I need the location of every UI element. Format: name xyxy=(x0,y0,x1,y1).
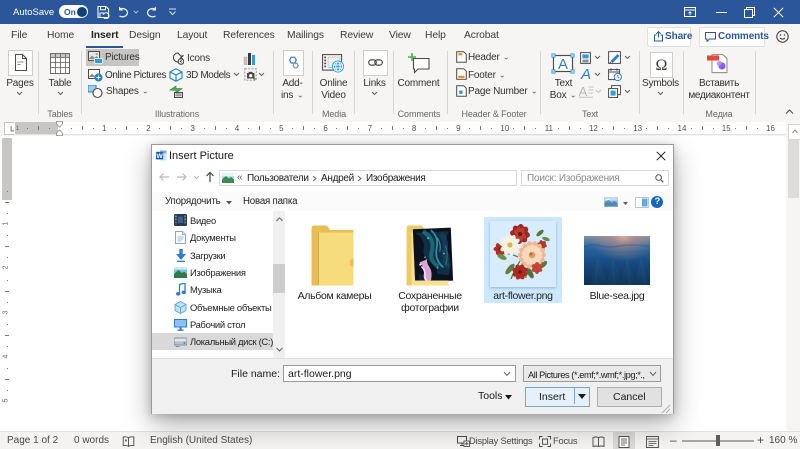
svg-text:Ω: Ω xyxy=(656,57,668,73)
svg-text:A: A xyxy=(579,84,588,98)
svg-text:A: A xyxy=(558,56,568,73)
svg-text:A: A xyxy=(580,66,591,82)
svg-text:W: W xyxy=(156,153,163,160)
